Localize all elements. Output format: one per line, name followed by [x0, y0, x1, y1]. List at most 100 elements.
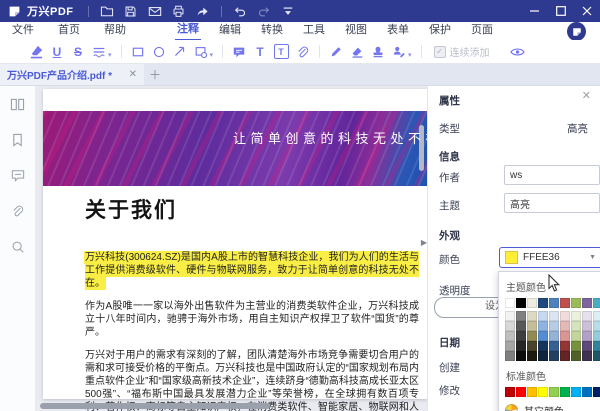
color-swatch[interactable]	[582, 331, 592, 341]
color-swatch[interactable]	[582, 387, 592, 397]
color-swatch[interactable]	[560, 311, 570, 321]
color-swatch[interactable]	[505, 331, 515, 341]
maximize-icon[interactable]	[548, 0, 574, 22]
panel-close-icon[interactable]: ✕	[582, 89, 591, 102]
color-swatch[interactable]	[549, 311, 559, 321]
print-icon[interactable]	[167, 1, 191, 21]
color-swatch[interactable]	[571, 331, 581, 341]
text-box-icon[interactable]: T	[271, 43, 291, 61]
color-swatch[interactable]	[516, 298, 526, 308]
color-swatch[interactable]	[527, 298, 537, 308]
color-swatch[interactable]	[571, 341, 581, 351]
color-swatch[interactable]	[571, 387, 581, 397]
color-swatch[interactable]	[505, 387, 515, 397]
open-folder-icon[interactable]	[95, 1, 119, 21]
menu-file[interactable]: 文件	[10, 22, 36, 40]
color-swatch[interactable]	[560, 331, 570, 341]
menu-home[interactable]: 首页	[56, 22, 82, 40]
text-icon[interactable]: T	[250, 43, 270, 61]
tab-edit[interactable]: 编辑	[217, 22, 243, 40]
underline-icon[interactable]: U	[47, 43, 67, 61]
color-swatch[interactable]	[516, 387, 526, 397]
tab-view[interactable]: 视图	[343, 22, 369, 40]
color-swatch[interactable]	[538, 351, 548, 361]
save-icon[interactable]	[119, 1, 143, 21]
strikethrough-icon[interactable]: S	[68, 43, 88, 61]
color-swatch[interactable]	[505, 311, 515, 321]
color-swatch[interactable]	[571, 321, 581, 331]
chevron-down-icon[interactable]: ▾	[408, 51, 412, 59]
color-swatch[interactable]	[527, 341, 537, 351]
color-swatch[interactable]	[538, 387, 548, 397]
email-icon[interactable]	[143, 1, 167, 21]
continuous-add-checkbox[interactable]: ✓	[433, 45, 446, 58]
author-field[interactable]	[504, 165, 600, 185]
color-swatch[interactable]	[582, 321, 592, 331]
color-swatch[interactable]	[516, 341, 526, 351]
arrow-icon[interactable]	[170, 43, 190, 61]
close-icon[interactable]	[574, 0, 600, 22]
comments-icon[interactable]	[11, 169, 25, 182]
color-swatch[interactable]	[549, 387, 559, 397]
color-swatch[interactable]	[593, 351, 600, 361]
color-swatch[interactable]	[560, 351, 570, 361]
color-swatch[interactable]	[560, 321, 570, 331]
color-swatch[interactable]	[560, 387, 570, 397]
other-colors-item[interactable]: 其它颜色	[505, 403, 600, 411]
color-swatch[interactable]	[516, 311, 526, 321]
color-swatch[interactable]	[582, 311, 592, 321]
highlighter-icon[interactable]	[26, 43, 46, 61]
pencil-icon[interactable]	[326, 43, 346, 61]
color-swatch[interactable]	[505, 351, 515, 361]
subject-field[interactable]	[504, 193, 600, 213]
color-swatch[interactable]	[505, 321, 515, 331]
ellipse-icon[interactable]	[149, 43, 169, 61]
color-swatch[interactable]	[549, 331, 559, 341]
tab-annotate[interactable]: 注释	[175, 21, 201, 41]
redo-icon[interactable]	[252, 1, 276, 21]
color-swatch[interactable]	[516, 321, 526, 331]
new-tab-icon[interactable]: ＋	[144, 64, 166, 85]
undo-icon[interactable]	[228, 1, 252, 21]
bookmark-icon[interactable]	[11, 133, 24, 147]
color-swatch[interactable]	[527, 311, 537, 321]
color-swatch[interactable]	[516, 351, 526, 361]
share-icon[interactable]	[191, 1, 215, 21]
color-swatch[interactable]	[516, 331, 526, 341]
minimize-icon[interactable]	[522, 0, 548, 22]
comment-icon[interactable]	[229, 43, 249, 61]
color-swatch[interactable]	[593, 331, 600, 341]
color-swatch[interactable]	[571, 351, 581, 361]
rectangle-icon[interactable]	[128, 43, 148, 61]
tab-protect[interactable]: 保护	[427, 22, 453, 40]
search-icon[interactable]	[11, 240, 25, 254]
color-swatch[interactable]	[582, 298, 592, 308]
tab-tools[interactable]: 工具	[301, 22, 327, 40]
signature-stamp-icon[interactable]	[389, 43, 409, 61]
color-swatch[interactable]	[560, 341, 570, 351]
tab-page[interactable]: 页面	[469, 22, 495, 40]
color-swatch[interactable]	[582, 341, 592, 351]
color-swatch[interactable]	[549, 321, 559, 331]
eye-icon[interactable]	[508, 43, 528, 61]
color-swatch[interactable]	[527, 331, 537, 341]
menu-help[interactable]: 帮助	[102, 22, 128, 40]
color-swatch[interactable]	[593, 341, 600, 351]
color-swatch[interactable]	[538, 311, 548, 321]
tab-form[interactable]: 表单	[385, 22, 411, 40]
thumbnails-icon[interactable]	[10, 98, 25, 111]
color-swatch[interactable]	[593, 298, 600, 308]
color-swatch[interactable]	[527, 321, 537, 331]
attachments-icon[interactable]	[11, 204, 24, 218]
color-swatch[interactable]	[505, 341, 515, 351]
color-swatch[interactable]	[593, 387, 600, 397]
color-swatch[interactable]	[582, 351, 592, 361]
area-highlight-icon[interactable]	[191, 43, 211, 61]
color-swatch[interactable]	[549, 351, 559, 361]
color-swatch[interactable]	[571, 311, 581, 321]
color-swatch[interactable]	[549, 298, 559, 308]
color-swatch[interactable]	[560, 298, 570, 308]
tab-convert[interactable]: 转换	[259, 22, 285, 40]
color-swatch[interactable]	[505, 298, 515, 308]
color-swatch[interactable]	[527, 351, 537, 361]
